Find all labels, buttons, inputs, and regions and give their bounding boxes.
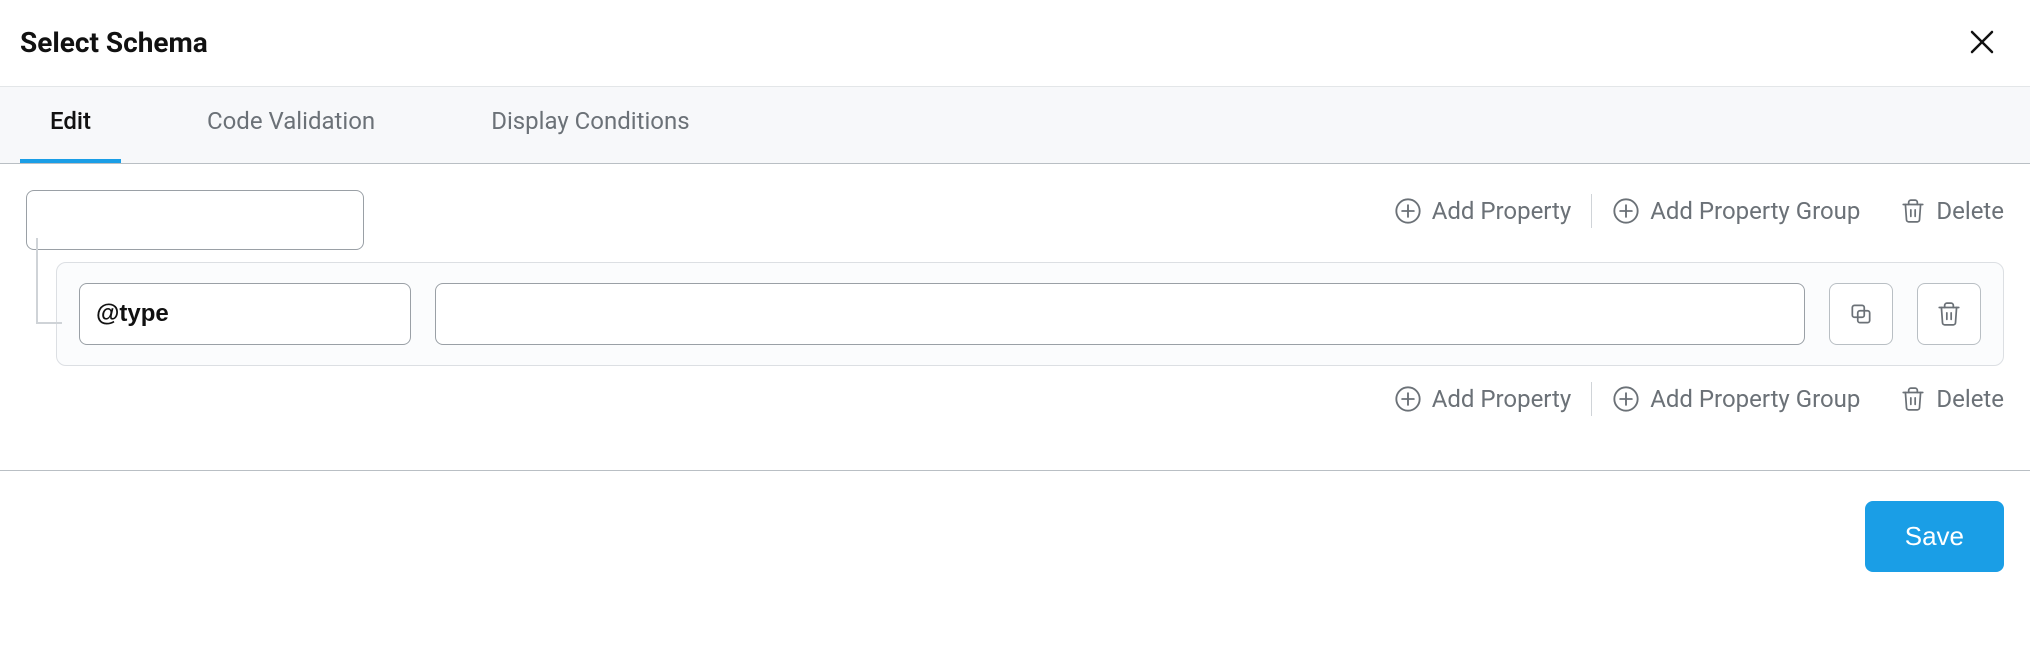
plus-circle-icon	[1612, 197, 1640, 225]
footer: Save	[0, 471, 2030, 596]
delete-property-button[interactable]	[1917, 283, 1981, 345]
tab-display-conditions[interactable]: Display Conditions	[461, 81, 719, 163]
tab-bar: Edit Code Validation Display Conditions	[0, 86, 2030, 164]
tab-edit[interactable]: Edit	[20, 81, 121, 163]
property-value-input[interactable]	[435, 283, 1805, 345]
delete-label: Delete	[1936, 197, 2004, 225]
add-property-group-label: Add Property Group	[1650, 197, 1860, 225]
delete-label: Delete	[1936, 385, 2004, 413]
add-property-label: Add Property	[1432, 197, 1572, 225]
duplicate-property-button[interactable]	[1829, 283, 1893, 345]
plus-circle-icon	[1394, 197, 1422, 225]
save-button[interactable]: Save	[1865, 501, 2004, 572]
property-key-input[interactable]	[79, 283, 411, 345]
property-row	[56, 262, 2004, 366]
tree-connector	[26, 262, 56, 366]
delete-root-button[interactable]: Delete	[1900, 197, 2004, 225]
close-icon	[1967, 27, 1997, 57]
editor-area: Add Property Add Property Group	[0, 164, 2030, 434]
action-divider	[1591, 194, 1592, 228]
tab-code-validation[interactable]: Code Validation	[177, 81, 405, 163]
dialog-title: Select Schema	[20, 26, 208, 59]
action-divider	[1591, 382, 1592, 416]
add-property-button[interactable]: Add Property	[1394, 197, 1572, 225]
delete-group-button[interactable]: Delete	[1900, 385, 2004, 413]
copy-icon	[1848, 301, 1874, 327]
add-property-button[interactable]: Add Property	[1394, 385, 1572, 413]
property-group-wrap	[26, 262, 2004, 366]
plus-circle-icon	[1612, 385, 1640, 413]
add-property-group-button[interactable]: Add Property Group	[1612, 385, 1860, 413]
trash-icon	[1900, 386, 1926, 412]
add-property-group-button[interactable]: Add Property Group	[1612, 197, 1860, 225]
plus-circle-icon	[1394, 385, 1422, 413]
group-action-row: Add Property Add Property Group	[26, 382, 2004, 416]
schema-root-name-input[interactable]	[26, 190, 364, 250]
trash-icon	[1936, 301, 1962, 327]
dialog-header: Select Schema	[0, 0, 2030, 86]
close-button[interactable]	[1962, 22, 2002, 62]
add-property-group-label: Add Property Group	[1650, 385, 1860, 413]
trash-icon	[1900, 198, 1926, 224]
add-property-label: Add Property	[1432, 385, 1572, 413]
